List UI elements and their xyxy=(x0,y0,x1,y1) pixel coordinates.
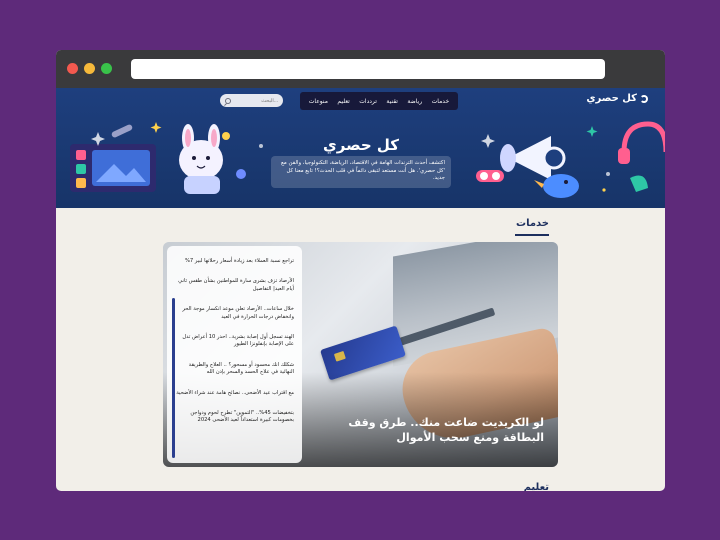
section-title-underline xyxy=(515,234,549,236)
news-item[interactable]: الهند تسجل أول إصابة بشرية.. احذر 10 أعر… xyxy=(175,334,294,349)
nav-item-frequencies[interactable]: ترددات xyxy=(359,98,377,105)
search-input[interactable] xyxy=(233,97,278,104)
news-item[interactable]: شكلك انك محسود أو مسحور؟ .. العلاج والطر… xyxy=(175,362,294,377)
logo-icon xyxy=(640,94,648,103)
wrench-illustration xyxy=(111,124,133,138)
news-item[interactable]: بتخفيضات 45%.. "التموين" تطرح لحوم ودواج… xyxy=(175,410,294,425)
headphones-illustration xyxy=(621,121,665,153)
nav-item-tech[interactable]: تقنية xyxy=(386,98,398,105)
hero-description: اكتشف أحدث الترندات الهامة في الاقتصاد، … xyxy=(271,156,451,188)
news-scroll-indicator xyxy=(172,298,175,458)
close-window-button[interactable] xyxy=(67,63,78,74)
news-item[interactable]: مع اقتراب عيد الأضحى.. نصائح هامة عند شر… xyxy=(175,390,294,397)
news-item[interactable]: خلال ساعات.. الأرصاد تعلن موعد انكسار مو… xyxy=(175,306,294,321)
browser-titlebar xyxy=(56,50,665,88)
news-item[interactable]: الأرصاد تزف بشرى سارة للمواطنين بشأن طقس… xyxy=(175,278,294,293)
address-bar[interactable] xyxy=(131,59,605,79)
main-navigation: خدمات رياضة تقنية ترددات تعليم منوعات xyxy=(300,92,458,110)
latest-news-list: تراجع نسبة العملاء بعد زيادة أسعار رحلات… xyxy=(167,246,302,463)
featured-headline[interactable]: لو الكريديت ضاعت منك.. طرق وقف البطاقة و… xyxy=(304,415,544,445)
maximize-window-button[interactable] xyxy=(101,63,112,74)
search-box[interactable] xyxy=(220,94,283,107)
nav-item-sports[interactable]: رياضة xyxy=(407,98,422,105)
nav-item-education[interactable]: تعليم xyxy=(337,98,349,105)
site-logo[interactable]: كل حصري xyxy=(586,93,648,104)
minimize-window-button[interactable] xyxy=(84,63,95,74)
bird-illustration xyxy=(543,174,579,198)
browser-window: خدمات رياضة تقنية ترددات تعليم منوعات كل… xyxy=(56,50,665,491)
news-item[interactable]: تراجع نسبة العملاء بعد زيادة أسعار رحلات… xyxy=(175,258,294,265)
nav-item-services[interactable]: خدمات xyxy=(432,98,450,105)
hero-title: كل حصري xyxy=(322,136,399,154)
search-icon[interactable] xyxy=(225,97,231,104)
site-header-banner: خدمات رياضة تقنية ترددات تعليم منوعات كل… xyxy=(56,88,665,208)
section-title-education[interactable]: تعليم xyxy=(524,482,549,491)
section-title-services[interactable]: خدمات xyxy=(516,218,549,229)
featured-article-card[interactable]: لو الكريديت ضاعت منك.. طرق وقف البطاقة و… xyxy=(163,242,558,467)
nav-item-misc[interactable]: منوعات xyxy=(309,98,328,105)
site-logo-text: كل حصري xyxy=(586,93,637,104)
